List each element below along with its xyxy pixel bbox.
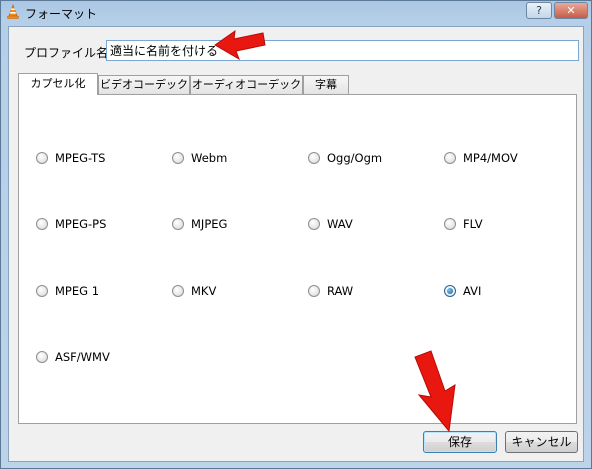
tab-encapsulation[interactable]: カプセル化 [18, 73, 98, 95]
option-mpeg-1[interactable]: MPEG 1 [36, 283, 99, 299]
tab-video-codec[interactable]: ビデオコーデック [98, 75, 190, 94]
option-avi[interactable]: AVI [444, 283, 481, 299]
option-label: ASF/WMV [55, 350, 110, 364]
cancel-button[interactable]: キャンセル [505, 431, 578, 453]
vlc-cone-icon [7, 4, 19, 19]
red-pointer-arrow-icon [214, 29, 266, 61]
option-label: FLV [463, 217, 483, 231]
option-label: MPEG 1 [55, 284, 100, 298]
radio-button[interactable] [308, 152, 320, 164]
option-mkv[interactable]: MKV [172, 283, 216, 299]
radio-button[interactable] [36, 218, 48, 230]
option-label: WAV [327, 217, 353, 231]
option-mpeg-ps[interactable]: MPEG-PS [36, 216, 106, 232]
radio-button[interactable] [308, 285, 320, 297]
window-title: フォーマット [25, 7, 98, 21]
option-label: MPEG-PS [55, 217, 107, 231]
profile-name-label: プロファイル名 [24, 46, 109, 60]
option-label: Ogg/Ogm [327, 151, 383, 165]
radio-button[interactable] [444, 152, 456, 164]
tab-audio-codec[interactable]: オーディオコーデック [190, 75, 303, 94]
help-button[interactable]: ? [526, 2, 552, 19]
option-label: MJPEG [191, 217, 228, 231]
tab-subtitles[interactable]: 字幕 [303, 75, 349, 94]
option-mp4-mov[interactable]: MP4/MOV [444, 150, 518, 166]
option-label: MKV [191, 284, 217, 298]
radio-button[interactable] [36, 351, 48, 363]
radio-button[interactable] [308, 218, 320, 230]
option-wav[interactable]: WAV [308, 216, 353, 232]
encapsulation-panel: MPEG-TS Webm Ogg/Ogm MP4/MOV MPEG-PS MJP… [18, 94, 577, 424]
option-label: MPEG-TS [55, 151, 106, 165]
close-button[interactable]: ✕ [554, 2, 588, 19]
option-label: MP4/MOV [463, 151, 518, 165]
red-pointer-arrow-icon [414, 350, 456, 433]
radio-button[interactable] [172, 152, 184, 164]
radio-button[interactable] [172, 218, 184, 230]
option-mpeg-ts[interactable]: MPEG-TS [36, 150, 105, 166]
option-label: AVI [463, 284, 482, 298]
option-asf-wmv[interactable]: ASF/WMV [36, 349, 110, 365]
profile-name-input[interactable] [106, 40, 579, 61]
radio-button[interactable] [36, 152, 48, 164]
save-button[interactable]: 保存 [423, 431, 497, 453]
option-mjpeg[interactable]: MJPEG [172, 216, 227, 232]
option-webm[interactable]: Webm [172, 150, 227, 166]
option-label: Webm [191, 151, 228, 165]
radio-button[interactable] [172, 285, 184, 297]
radio-button-selected[interactable] [444, 285, 456, 297]
option-ogg-ogm[interactable]: Ogg/Ogm [308, 150, 382, 166]
option-raw[interactable]: RAW [308, 283, 353, 299]
radio-button[interactable] [444, 218, 456, 230]
title-bar[interactable]: フォーマット ? ✕ [1, 1, 591, 23]
option-label: RAW [327, 284, 354, 298]
radio-button[interactable] [36, 285, 48, 297]
format-dialog: フォーマット ? ✕ プロファイル名 カプセル化 ビデオコーデック オーディオコ… [0, 0, 592, 469]
dialog-body: プロファイル名 カプセル化 ビデオコーデック オーディオコーデック 字幕 MPE… [8, 26, 584, 462]
option-flv[interactable]: FLV [444, 216, 483, 232]
